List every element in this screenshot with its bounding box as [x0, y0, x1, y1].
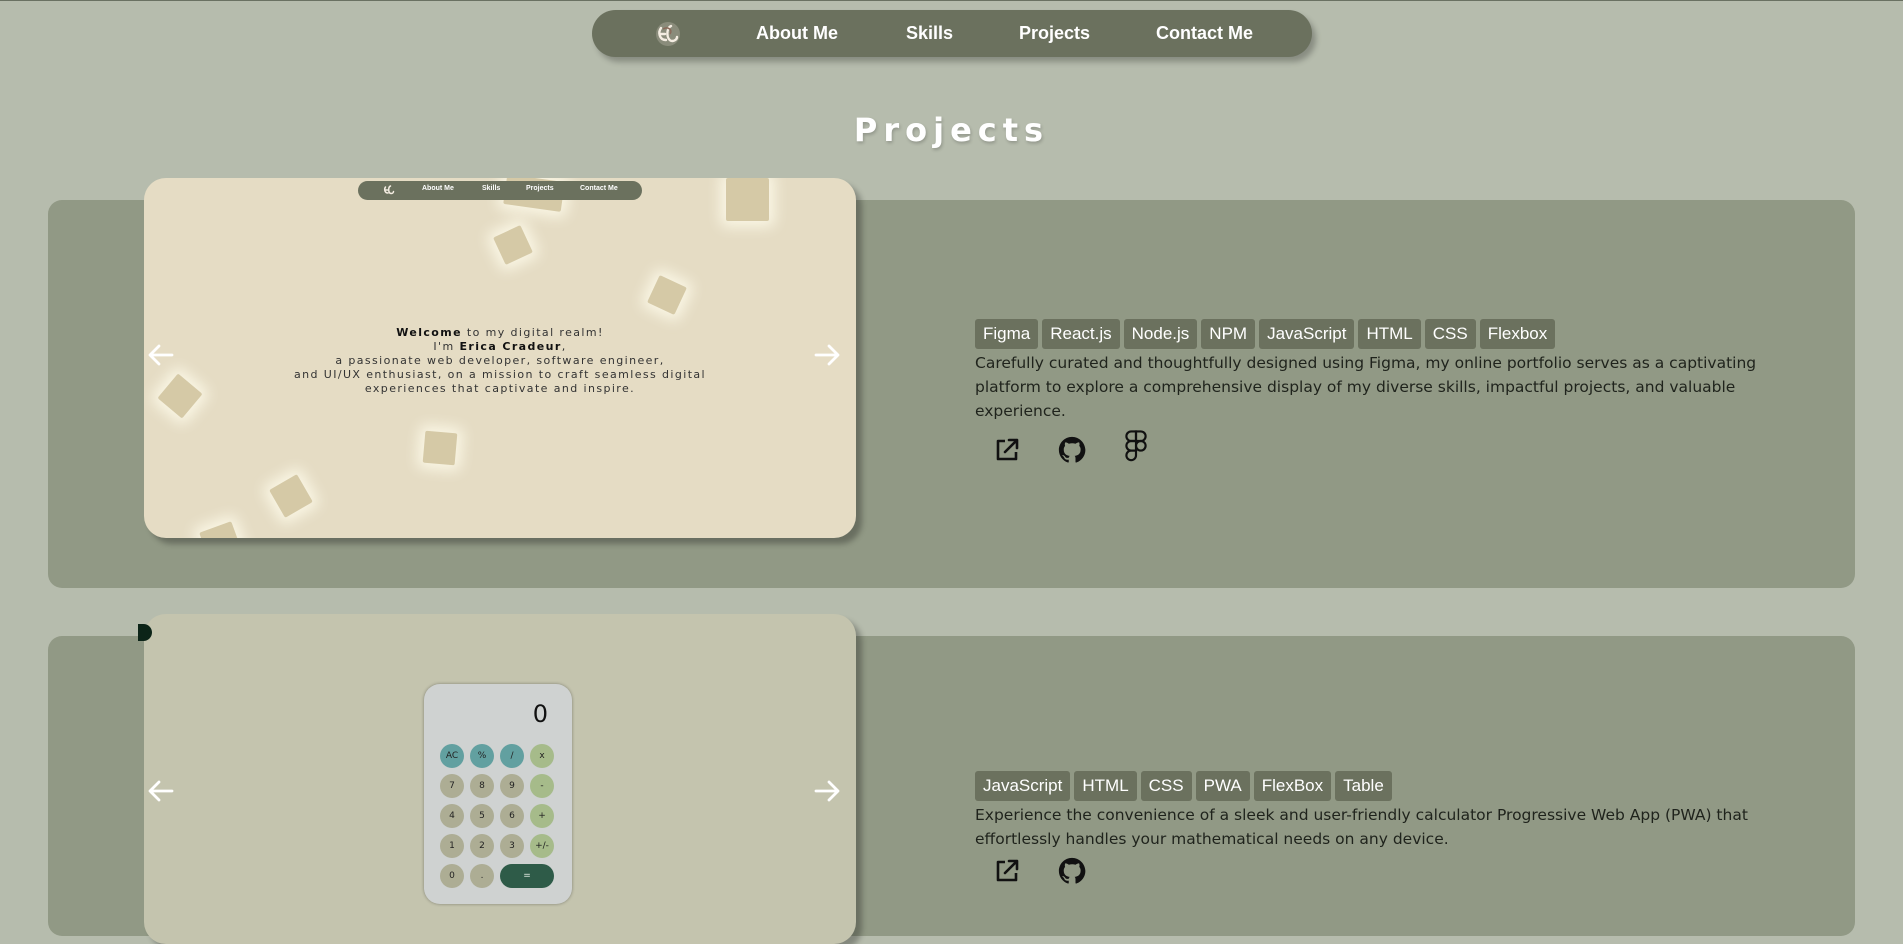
decor-square: [269, 474, 313, 518]
tag: Figma: [975, 319, 1039, 349]
calculator-button[interactable]: 4: [440, 804, 464, 828]
calculator-button[interactable]: /: [500, 744, 524, 768]
project-preview-calculator: 0 AC% / x 7 8 9- 4 5 6 +1 2 3 +/- 0. =: [144, 614, 856, 944]
calculator-display: 0: [532, 700, 548, 728]
tag: JavaScript: [1259, 319, 1355, 349]
calculator-button[interactable]: +/-: [530, 834, 554, 858]
page-title: Projects: [853, 111, 1050, 149]
decor-square: [726, 178, 769, 221]
preview-line: experiences that captivate and inspire.: [364, 382, 636, 395]
preview-name: Erica Cradeur: [459, 340, 562, 353]
calculator-button[interactable]: 5: [470, 804, 494, 828]
calculator-button[interactable]: 8: [470, 774, 494, 798]
preview-nav-link: Skills: [482, 185, 501, 192]
nav-link-contact-me[interactable]: Contact Me: [1156, 23, 1253, 44]
preview-nav-link: About Me: [422, 185, 454, 192]
calculator-button[interactable]: AC: [440, 744, 464, 768]
top-nav: About Me Skills Projects Contact Me: [592, 10, 1312, 57]
nav-link-skills[interactable]: Skills: [906, 23, 953, 44]
calculator-button[interactable]: 6: [500, 804, 524, 828]
carousel-next-arrow-icon[interactable]: [812, 340, 842, 370]
calculator-button[interactable]: 2: [470, 834, 494, 858]
carousel-prev-arrow-icon[interactable]: [146, 340, 176, 370]
calculator-button[interactable]: -: [530, 774, 554, 798]
preview-line: a passionate web developer, software eng…: [335, 354, 665, 367]
preview-name-suffix: ,: [561, 340, 567, 353]
calculator-preview: 0 AC% / x 7 8 9- 4 5 6 +1 2 3 +/- 0. =: [424, 684, 572, 904]
preview-nav-link: Contact Me: [580, 185, 618, 192]
tag: React.js: [1042, 319, 1120, 349]
preview-name-line: I'm Erica Cradeur,: [144, 340, 856, 354]
tag: Table: [1335, 771, 1392, 801]
logo-icon[interactable]: [654, 20, 682, 48]
nav-link-projects[interactable]: Projects: [1019, 23, 1090, 44]
tag: HTML: [1358, 319, 1421, 349]
calculator-button[interactable]: .: [470, 864, 494, 888]
calculator-button[interactable]: x: [530, 744, 554, 768]
project-description: Carefully curated and thoughtfully desig…: [975, 354, 1757, 420]
tag-list: JavaScript HTML CSS PWA FlexBox Table: [975, 771, 1392, 801]
calculator-button[interactable]: 0: [440, 864, 464, 888]
decor-square: [199, 521, 243, 538]
tag: CSS: [1424, 319, 1476, 349]
preview-line: and UI/UX enthusiast, on a mission to cr…: [293, 368, 707, 381]
github-icon[interactable]: [1057, 435, 1087, 465]
decor-square: [647, 275, 687, 315]
calculator-button[interactable]: %: [470, 744, 494, 768]
carousel-next-arrow-icon[interactable]: [812, 776, 842, 806]
tag: Flexbox: [1479, 319, 1556, 349]
decor-square: [493, 225, 533, 265]
tag: NPM: [1201, 319, 1256, 349]
preview-mini-nav: About Me Skills Projects Contact Me: [358, 181, 642, 200]
calculator-button[interactable]: +: [530, 804, 554, 828]
tag: FlexBox: [1253, 771, 1332, 801]
calculator-button[interactable]: 3: [500, 834, 524, 858]
figma-icon[interactable]: [1121, 429, 1151, 465]
carousel-prev-arrow-icon[interactable]: [146, 776, 176, 806]
tag: CSS: [1140, 771, 1192, 801]
tag: JavaScript: [975, 771, 1071, 801]
github-icon[interactable]: [1057, 856, 1087, 886]
preview-welcome-rest: to my digital realm!: [461, 326, 604, 339]
preview-im: I'm: [433, 340, 460, 353]
calculator-button[interactable]: =: [500, 864, 554, 888]
logo-icon: [383, 185, 395, 195]
preview-nav-link: Projects: [526, 185, 554, 192]
external-link-icon[interactable]: [992, 856, 1022, 886]
calculator-button[interactable]: 7: [440, 774, 464, 798]
nav-link-about-me[interactable]: About Me: [756, 23, 838, 44]
tag: Node.js: [1123, 319, 1198, 349]
preview-welcome-line: Welcome to my digital realm!: [144, 326, 856, 340]
tag: PWA: [1195, 771, 1250, 801]
preview-welcome-bold: Welcome: [396, 326, 462, 339]
decor-square: [422, 430, 458, 466]
calculator-button[interactable]: 9: [500, 774, 524, 798]
external-link-icon[interactable]: [992, 435, 1022, 465]
project-description: Experience the convenience of a sleek an…: [975, 806, 1748, 848]
tag-list: Figma React.js Node.js NPM JavaScript HT…: [975, 319, 1556, 349]
calculator-button[interactable]: 1: [440, 834, 464, 858]
tag: HTML: [1074, 771, 1137, 801]
project-preview-portfolio: About Me Skills Projects Contact Me Welc…: [144, 178, 856, 538]
